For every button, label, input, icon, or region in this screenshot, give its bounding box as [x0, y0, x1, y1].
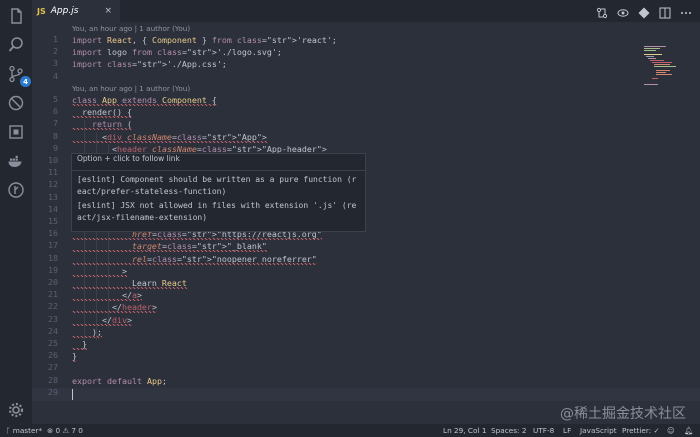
encoding[interactable]: UTF-8 [533, 424, 554, 437]
line-endings[interactable]: LF [563, 424, 571, 437]
compare-icon[interactable] [596, 4, 608, 19]
warning-icon: ⚠ [62, 426, 69, 435]
codelens-authors-class[interactable]: You, an hour ago | 1 author (You) [72, 83, 190, 94]
tab-label: App.js [50, 6, 79, 16]
line-number: 4 [53, 70, 58, 81]
line-number: 27 [48, 362, 58, 373]
line-number: 23 [48, 313, 58, 324]
line-number: 16 [48, 228, 58, 239]
error-count: 0 [55, 426, 61, 435]
code-line[interactable]: target=class="str">"_blank" [72, 240, 267, 253]
line-number: 7 [53, 118, 58, 129]
search-icon[interactable] [6, 35, 26, 55]
js-file-icon: JS [37, 6, 46, 16]
git-diamond-icon[interactable] [638, 4, 650, 19]
line-number: 25 [48, 338, 58, 348]
hover-tooltip: Option + click to follow link [eslint] C… [71, 153, 366, 232]
code-line[interactable]: export default App; [72, 375, 167, 387]
code-line[interactable]: <div className=class="str">"App"> [72, 130, 267, 143]
line-number: 15 [48, 216, 58, 226]
tab-app-js[interactable]: JS App.js × [32, 0, 120, 22]
code-line[interactable]: </header> [72, 301, 157, 314]
code-line[interactable]: rel=class="str">"noopener noreferrer" [72, 252, 317, 265]
editor-actions [596, 4, 692, 19]
code-line[interactable]: return ( [72, 118, 132, 131]
line-number: 3 [53, 58, 58, 69]
line-number: 19 [48, 264, 58, 275]
branch-name: master* [12, 426, 43, 435]
line-number: 13 [48, 191, 58, 202]
hover-hint: Option + click to follow link [72, 154, 365, 171]
indentation[interactable]: Spaces: 2 [491, 424, 526, 437]
line-number: 22 [48, 301, 58, 312]
codelens-authors[interactable]: You, an hour ago | 1 author (You) [72, 23, 190, 34]
line-number: 12 [48, 179, 58, 190]
debug-icon[interactable] [6, 93, 26, 113]
line-number: 28 [48, 374, 58, 385]
watermark: @稀土掘金技术社区 [560, 406, 686, 422]
minimap[interactable] [644, 46, 684, 86]
eslint-message-stateless: [eslint] Component should be written as … [77, 175, 357, 196]
info-count: 0 [78, 426, 83, 435]
warning-count: 7 [71, 426, 76, 435]
code-line[interactable]: import React, { Component } from class="… [72, 34, 337, 46]
line-number: 20 [48, 277, 58, 287]
scm-badge: 4 [20, 76, 31, 87]
error-icon: ⊗ [47, 426, 54, 435]
line-number: 2 [53, 46, 58, 57]
text-cursor [72, 389, 73, 400]
line-number: 14 [48, 203, 58, 214]
line-number: 1 [53, 34, 58, 44]
explorer-icon[interactable] [6, 6, 26, 26]
feedback-icon[interactable]: ☺ [667, 424, 675, 437]
eslint-message-jsx-extension: [eslint] JSX not allowed in files with e… [77, 201, 357, 222]
docker-icon[interactable] [6, 151, 26, 171]
code-line[interactable]: } [72, 338, 87, 350]
settings-gear-icon[interactable] [6, 400, 26, 420]
branch-indicator[interactable]: ᚴ master* [6, 424, 42, 437]
line-number: 5 [53, 94, 58, 104]
code-line[interactable]: </a> [72, 289, 142, 302]
line-number: 8 [53, 130, 58, 141]
code-line[interactable]: import class="str">'./App.css'; [72, 58, 227, 70]
cursor-position[interactable]: Ln 29, Col 1 [443, 424, 486, 437]
line-number: 11 [48, 167, 58, 178]
code-line[interactable]: > [72, 264, 127, 277]
git-branch-icon: ᚴ [6, 426, 11, 435]
split-editor-icon[interactable] [659, 4, 671, 19]
line-number: 21 [48, 289, 58, 300]
extensions-icon[interactable] [6, 122, 26, 142]
current-line-highlight [32, 388, 700, 401]
gitlens-icon[interactable] [6, 180, 26, 200]
code-line[interactable]: } [72, 350, 77, 363]
line-number: 6 [53, 106, 58, 117]
problems-indicator[interactable]: ⊗ 0 ⚠ 7 0 [47, 424, 83, 437]
code-line[interactable]: render() { [72, 106, 132, 119]
line-number: 10 [48, 155, 58, 165]
code-line[interactable]: import logo from class="str">'./logo.svg… [72, 46, 282, 58]
close-icon[interactable]: × [104, 6, 112, 16]
language-mode[interactable]: JavaScript [580, 424, 617, 437]
code-line[interactable]: class App extends Component { [72, 94, 217, 106]
line-number: 17 [48, 240, 58, 251]
code-line[interactable]: Learn React [72, 277, 187, 289]
tab-bar: JS App.js × [32, 0, 700, 22]
preview-icon[interactable] [617, 4, 629, 17]
prettier-status[interactable]: Prettier: ✓ [622, 424, 660, 437]
line-number: 24 [48, 325, 58, 336]
line-number: 26 [48, 350, 58, 361]
more-actions-icon[interactable] [680, 4, 692, 16]
status-bar: ᚴ master* ⊗ 0 ⚠ 7 0 Ln 29, Col 1 Spaces:… [0, 424, 700, 437]
notifications-icon[interactable]: 🔔︎ [684, 424, 693, 437]
line-number: 18 [48, 252, 58, 263]
line-number: 29 [48, 386, 58, 397]
activity-bar: 4 [0, 0, 32, 424]
line-number: 9 [53, 142, 58, 153]
code-line[interactable]: </div> [72, 313, 132, 326]
code-line[interactable]: ); [72, 325, 102, 338]
source-control-icon[interactable]: 4 [6, 64, 31, 87]
